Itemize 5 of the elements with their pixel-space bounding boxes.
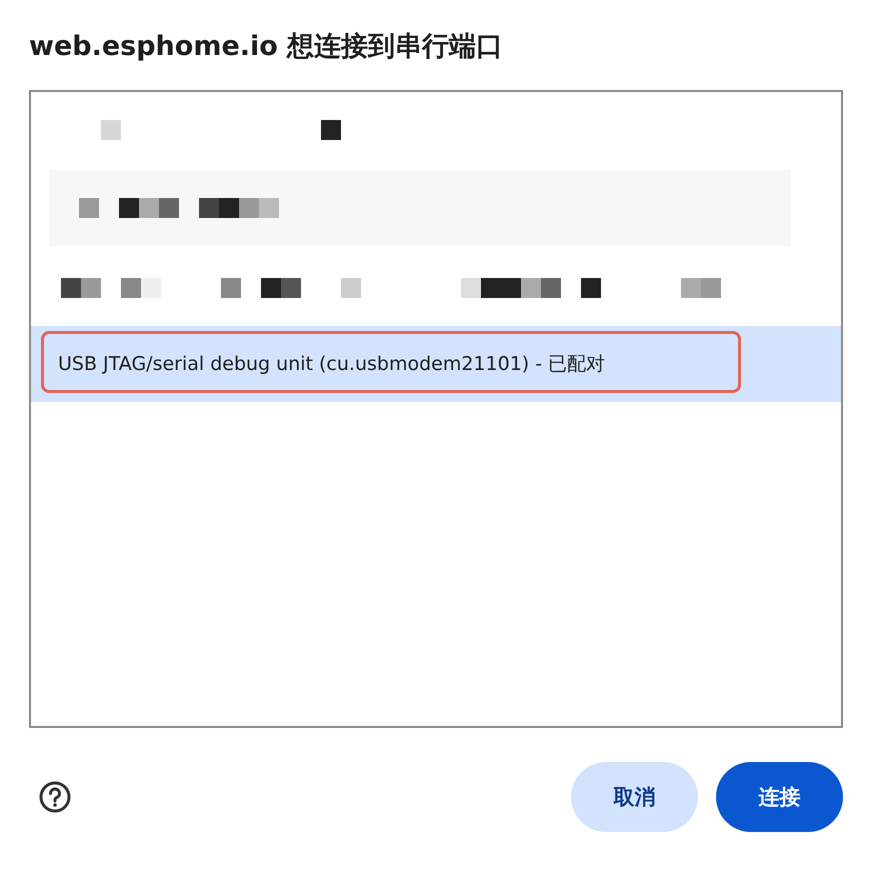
dialog-title: web.esphome.io 想连接到串行端口: [29, 30, 504, 64]
connect-button[interactable]: 连接: [716, 762, 843, 832]
help-icon[interactable]: [38, 780, 72, 814]
port-item[interactable]: [49, 170, 791, 246]
cancel-button[interactable]: 取消: [571, 762, 698, 832]
